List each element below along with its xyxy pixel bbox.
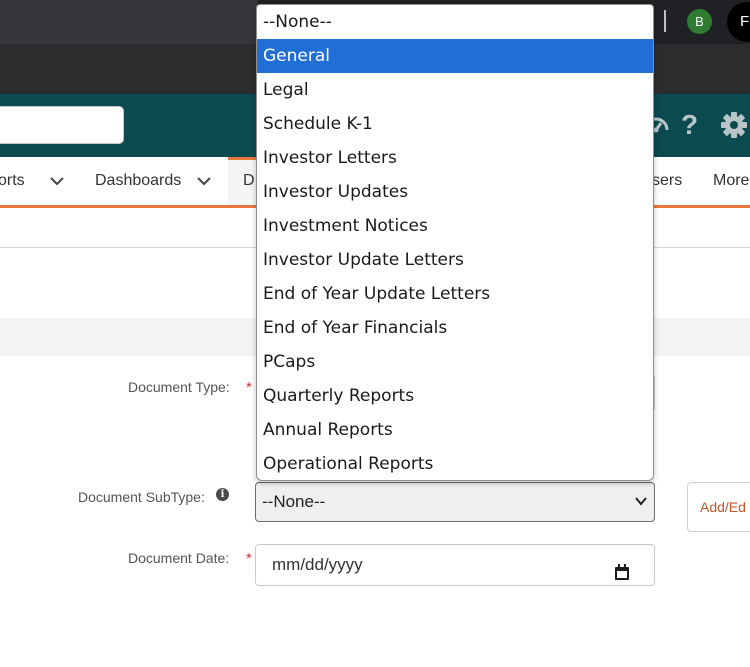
settings-gear-icon[interactable] bbox=[719, 110, 749, 140]
dropdown-option[interactable]: PCaps bbox=[257, 345, 653, 379]
nav-item-documents[interactable]: D bbox=[243, 172, 255, 190]
dropdown-option[interactable]: Operational Reports bbox=[257, 447, 653, 480]
info-icon[interactable]: i bbox=[216, 488, 229, 501]
nav-item-users[interactable]: sers bbox=[652, 172, 682, 190]
document-date-label: Document Date: bbox=[128, 550, 230, 566]
dropdown-option[interactable]: --None-- bbox=[257, 5, 653, 39]
required-marker: * bbox=[246, 379, 252, 396]
nav-item-reports[interactable]: orts bbox=[0, 172, 25, 190]
dropdown-option[interactable]: End of Year Financials bbox=[257, 311, 653, 345]
document-type-label: Document Type: bbox=[128, 379, 230, 395]
add-edit-button[interactable]: Add/Ed bbox=[687, 482, 750, 532]
document-date-input[interactable]: mm/dd/yyyy bbox=[255, 544, 655, 586]
dropdown-option[interactable]: Investor Letters bbox=[257, 141, 653, 175]
nav-item-more[interactable]: More bbox=[713, 172, 749, 190]
subtype-dropdown-list: --None-- General Legal Schedule K-1 Inve… bbox=[256, 4, 654, 481]
chevron-down-icon[interactable] bbox=[196, 174, 212, 188]
nav-item-dashboards[interactable]: Dashboards bbox=[95, 172, 181, 190]
dropdown-option[interactable]: Investor Updates bbox=[257, 175, 653, 209]
dropdown-option[interactable]: Legal bbox=[257, 73, 653, 107]
profile-avatar[interactable]: B bbox=[687, 9, 712, 34]
subtype-selected-value: --None-- bbox=[262, 492, 326, 511]
required-marker: * bbox=[246, 550, 252, 567]
date-placeholder: mm/dd/yyyy bbox=[272, 555, 363, 574]
calendar-icon[interactable] bbox=[614, 556, 630, 596]
dropdown-option[interactable]: Quarterly Reports bbox=[257, 379, 653, 413]
document-subtype-select[interactable]: --None-- bbox=[255, 482, 655, 522]
dropdown-option[interactable]: Annual Reports bbox=[257, 413, 653, 447]
help-icon[interactable]: ? bbox=[681, 110, 711, 140]
dropdown-option-selected[interactable]: General bbox=[257, 39, 653, 73]
dropdown-option[interactable]: Investor Update Letters bbox=[257, 243, 653, 277]
dropdown-option[interactable]: Investment Notices bbox=[257, 209, 653, 243]
dropdown-option[interactable]: End of Year Update Letters bbox=[257, 277, 653, 311]
dropdown-option[interactable]: Schedule K-1 bbox=[257, 107, 653, 141]
browser-tab[interactable] bbox=[0, 0, 258, 44]
chevron-down-icon bbox=[634, 483, 648, 533]
toolbar-divider bbox=[664, 10, 666, 32]
document-subtype-label: Document SubType: bbox=[78, 489, 205, 505]
global-search-input[interactable] bbox=[0, 106, 124, 144]
chevron-down-icon[interactable] bbox=[49, 174, 65, 188]
